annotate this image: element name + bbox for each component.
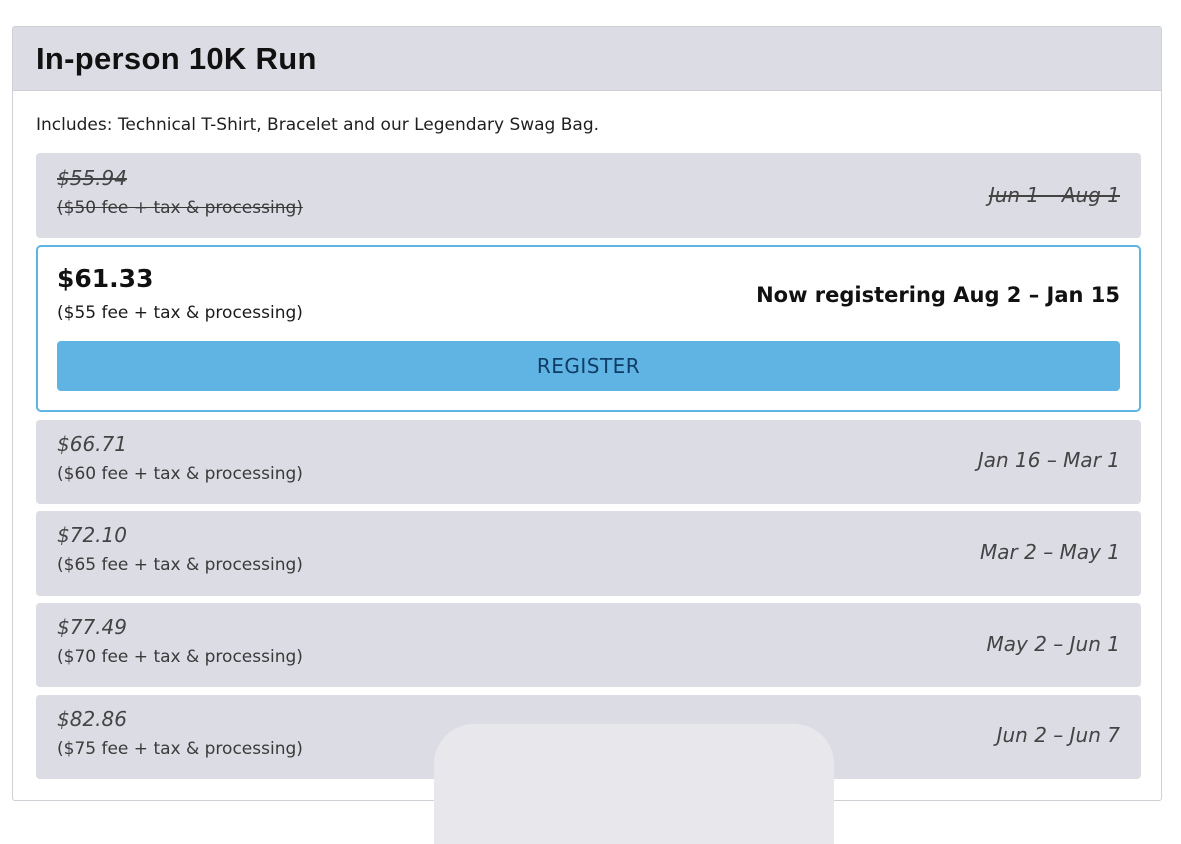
price-tier-upcoming: $77.49 ($70 fee + tax & processing) May … (36, 603, 1141, 687)
tier-dates: Jun 2 – Jun 7 (996, 723, 1120, 747)
tier-price: $77.49 (57, 615, 127, 639)
tier-dates: May 2 – Jun 1 (986, 632, 1120, 656)
price-tier-current: $61.33 ($55 fee + tax & processing) Now … (36, 245, 1141, 412)
tier-dates: Jun 1 – Aug 1 (988, 183, 1120, 207)
tier-fee: ($55 fee + tax & processing) (57, 303, 303, 323)
tier-dates-now-registering: Now registering Aug 2 – Jan 15 (756, 283, 1120, 307)
tier-price: $61.33 (57, 264, 154, 293)
tier-fee: ($50 fee + tax & processing) (57, 198, 303, 218)
registration-card: In-person 10K Run Includes: Technical T-… (12, 26, 1162, 801)
register-button[interactable]: REGISTER (57, 341, 1120, 391)
floating-overlay-panel (434, 724, 834, 844)
price-tier-upcoming: $72.10 ($65 fee + tax & processing) Mar … (36, 511, 1141, 596)
tier-fee: ($75 fee + tax & processing) (57, 739, 303, 759)
tier-fee: ($65 fee + tax & processing) (57, 555, 303, 575)
event-title: In-person 10K Run (36, 40, 317, 76)
tier-dates: Mar 2 – May 1 (980, 540, 1120, 564)
tier-price: $66.71 (57, 432, 127, 456)
tier-price: $72.10 (57, 523, 127, 547)
tier-fee: ($70 fee + tax & processing) (57, 647, 303, 667)
tier-dates: Jan 16 – Mar 1 (977, 448, 1120, 472)
card-header: In-person 10K Run (13, 27, 1161, 91)
includes-text: Includes: Technical T-Shirt, Bracelet an… (36, 115, 600, 135)
tier-price: $55.94 (57, 166, 127, 190)
price-tier-upcoming: $66.71 ($60 fee + tax & processing) Jan … (36, 420, 1141, 504)
price-tier-past: $55.94 ($50 fee + tax & processing) Jun … (36, 153, 1141, 238)
tier-price: $82.86 (57, 707, 127, 731)
tier-fee: ($60 fee + tax & processing) (57, 464, 303, 484)
